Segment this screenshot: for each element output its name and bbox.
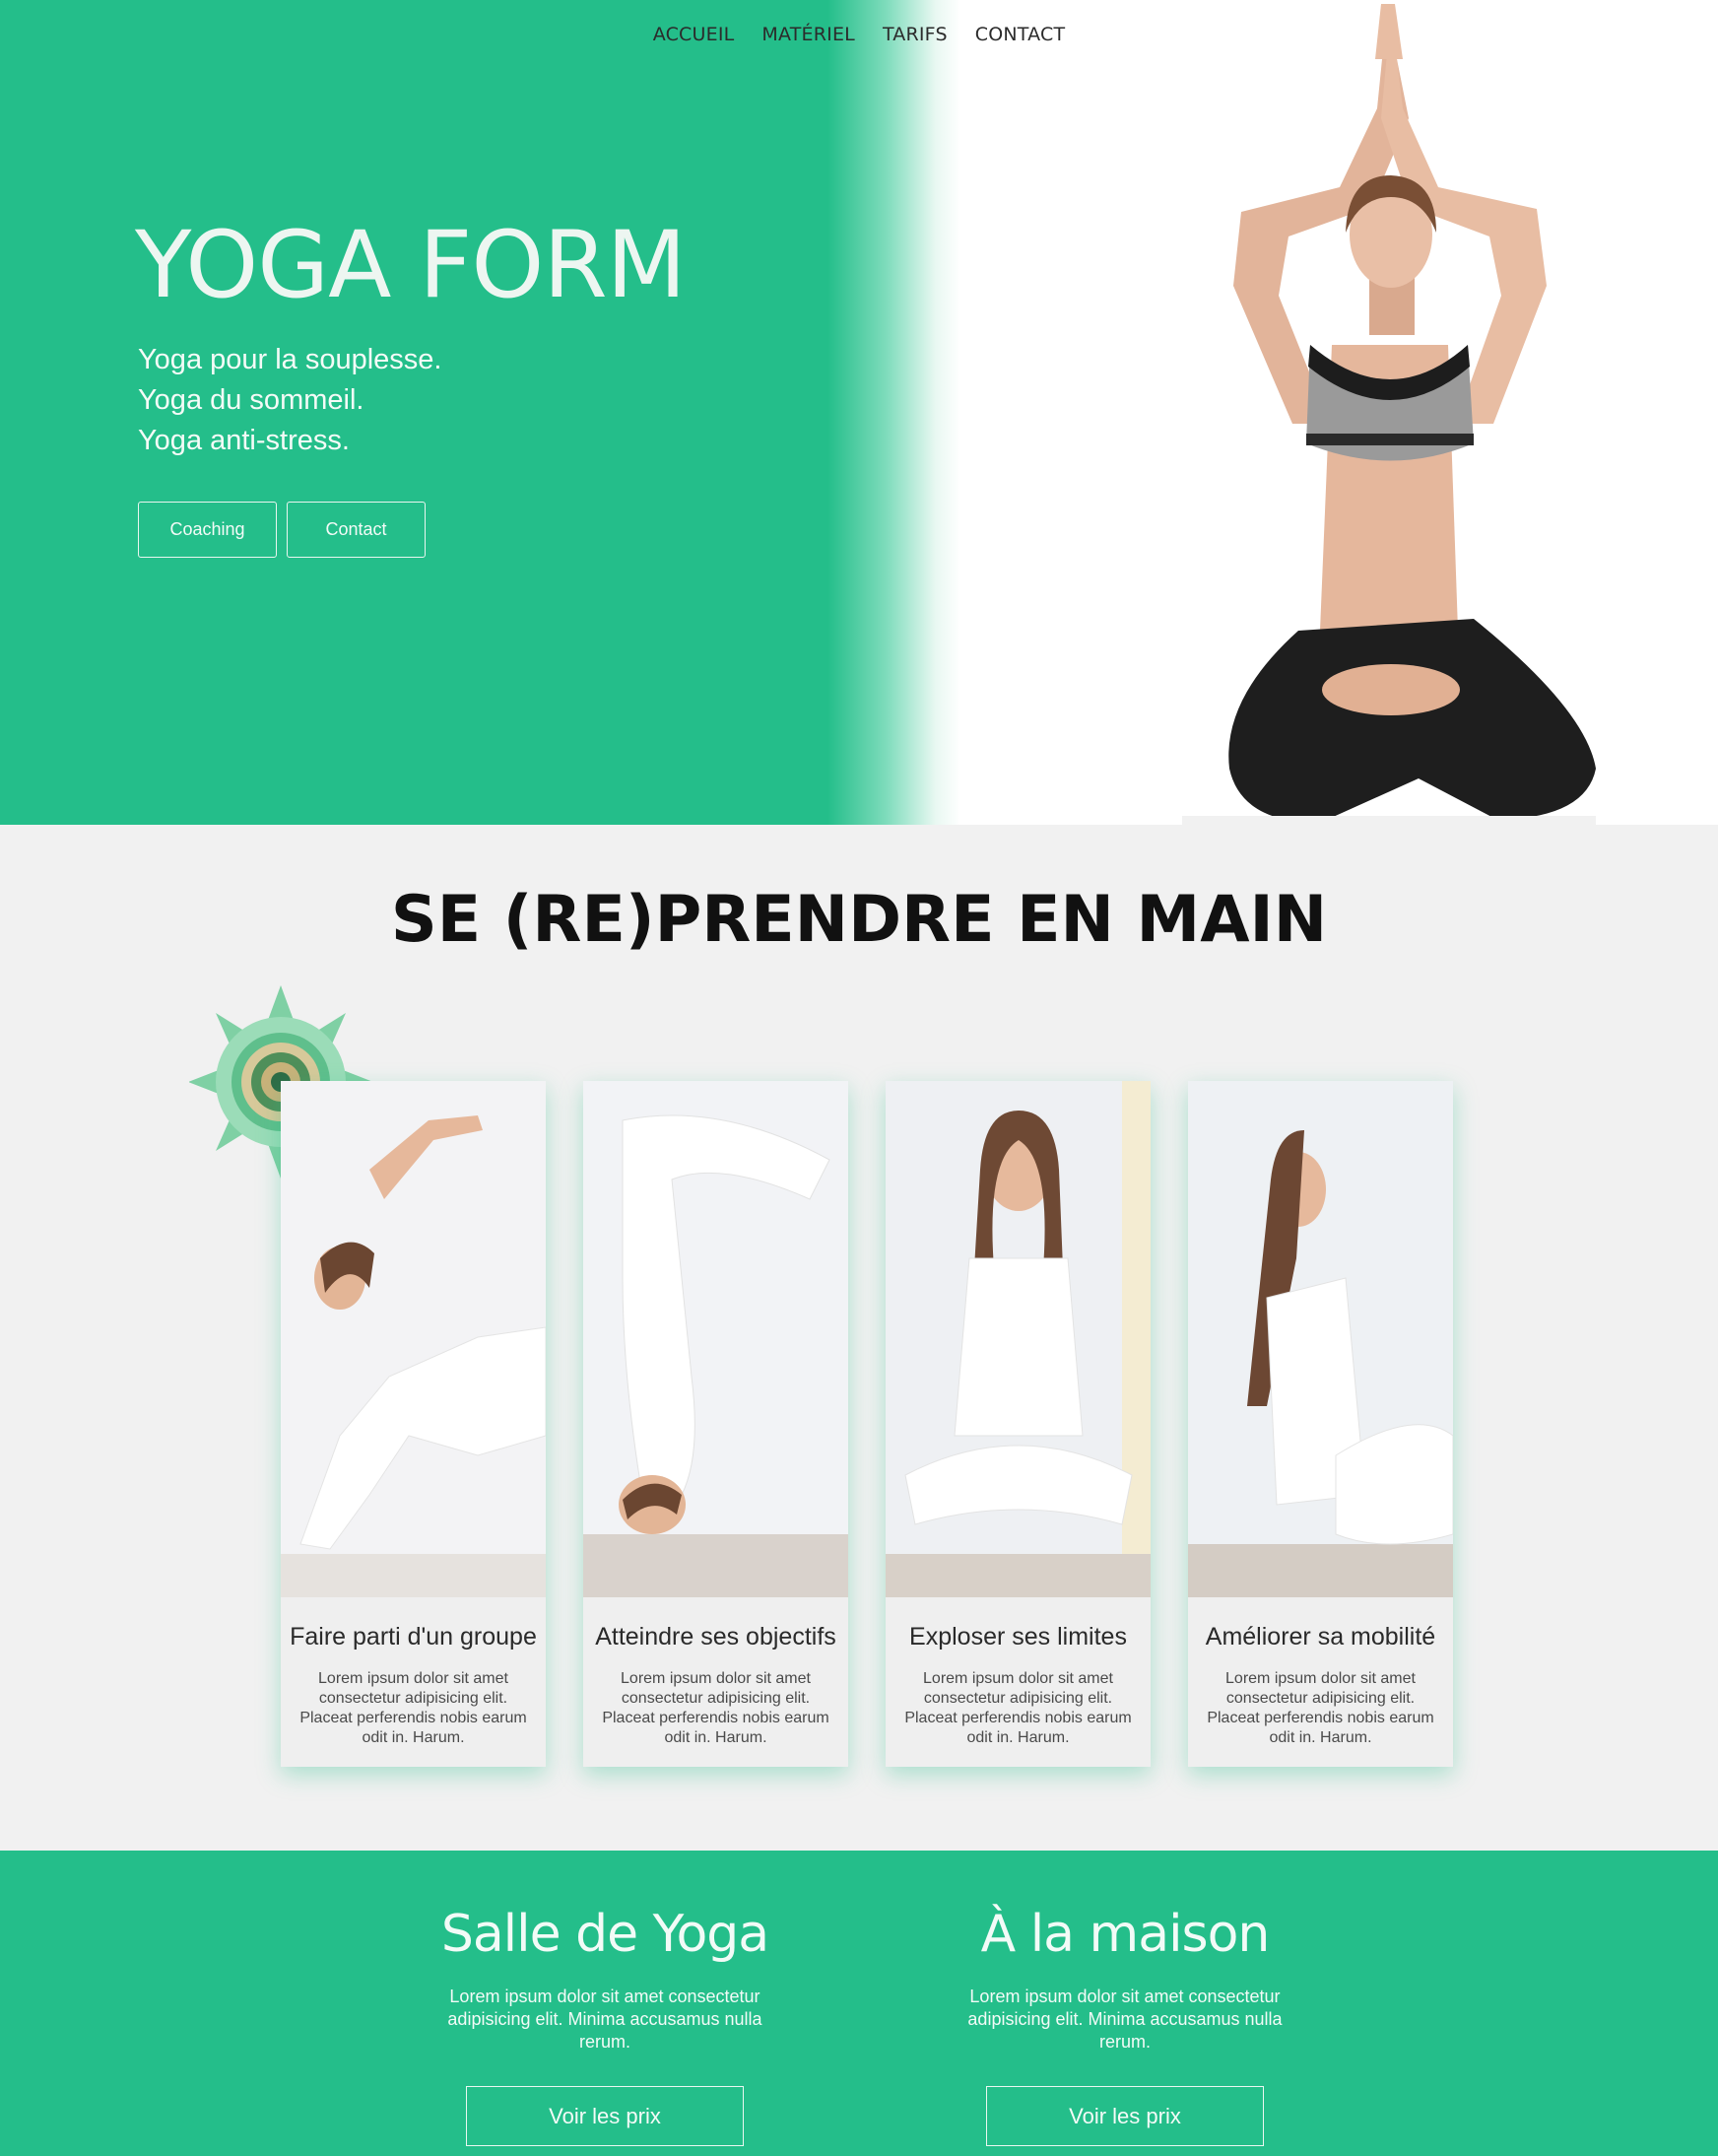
card-title: Exploser ses limites — [909, 1623, 1127, 1651]
card-title: Améliorer sa mobilité — [1205, 1623, 1436, 1651]
voir-prix-maison-button[interactable]: Voir les prix — [986, 2086, 1264, 2146]
tagline-line-3: Yoga anti-stress. — [138, 425, 350, 456]
card-image-limites — [886, 1081, 1151, 1597]
voir-prix-salle-button[interactable]: Voir les prix — [466, 2086, 744, 2146]
offer-text: Lorem ipsum dolor sit amet consectetur a… — [967, 1987, 1283, 2052]
offer-text: Lorem ipsum dolor sit amet consectetur a… — [447, 1987, 762, 2052]
feature-cards: Faire parti d'un groupe Lorem ipsum dolo… — [281, 1081, 1453, 1767]
nav-tarifs[interactable]: TARIFS — [883, 24, 948, 45]
hero-yoga-image — [1182, 4, 1596, 825]
feature-card-objectifs: Atteindre ses objectifs Lorem ipsum dolo… — [583, 1081, 848, 1767]
feature-card-mobilite: Améliorer sa mobilité Lorem ipsum dolor … — [1188, 1081, 1453, 1767]
offer-title: À la maison — [980, 1905, 1271, 1964]
nav-materiel[interactable]: MATÉRIEL — [761, 24, 855, 45]
card-image-mobilite — [1188, 1081, 1453, 1597]
card-image-objectifs — [583, 1081, 848, 1597]
card-text: Lorem ipsum dolor sit amet consectetur a… — [299, 1670, 527, 1746]
card-text: Lorem ipsum dolor sit amet consectetur a… — [1207, 1670, 1434, 1746]
feature-card-limites: Exploser ses limites Lorem ipsum dolor s… — [886, 1081, 1151, 1767]
nav-contact[interactable]: CONTACT — [975, 24, 1066, 45]
tagline-line-2: Yoga du sommeil. — [138, 384, 364, 416]
tagline-line-1: Yoga pour la souplesse. — [138, 344, 442, 375]
contact-button[interactable]: Contact — [287, 502, 426, 558]
offers-section: Salle de Yoga Lorem ipsum dolor sit amet… — [0, 1851, 1718, 2156]
feature-card-groupe: Faire parti d'un groupe Lorem ipsum dolo… — [281, 1081, 546, 1767]
nav-accueil[interactable]: ACCUEIL — [653, 24, 735, 45]
coaching-button[interactable]: Coaching — [138, 502, 277, 558]
card-text: Lorem ipsum dolor sit amet consectetur a… — [602, 1670, 829, 1746]
card-title: Faire parti d'un groupe — [290, 1623, 537, 1651]
card-image-groupe — [281, 1081, 546, 1597]
hero-title: YOGA FORM — [135, 212, 687, 319]
offer-title: Salle de Yoga — [440, 1905, 769, 1964]
offer-maison: À la maison Lorem ipsum dolor sit amet c… — [958, 1851, 1292, 2146]
hero-buttons: Coaching Contact — [138, 502, 426, 558]
card-text: Lorem ipsum dolor sit amet consectetur a… — [904, 1670, 1132, 1746]
offer-salle: Salle de Yoga Lorem ipsum dolor sit amet… — [437, 1851, 772, 2146]
section-title: SE (RE)PRENDRE EN MAIN — [390, 883, 1328, 957]
hero-tagline: Yoga pour la souplesse. Yoga du sommeil.… — [138, 340, 442, 461]
card-title: Atteindre ses objectifs — [595, 1623, 836, 1651]
hero-section: ACCUEIL MATÉRIEL TARIFS CONTACT YOGA FOR… — [0, 0, 1718, 825]
